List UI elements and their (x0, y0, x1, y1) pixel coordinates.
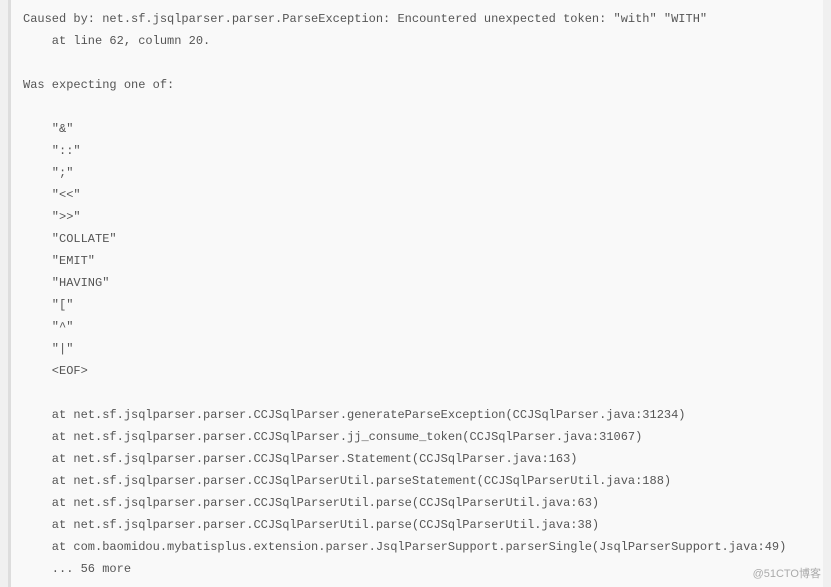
stacktrace-line (23, 52, 811, 74)
stacktrace-line: at net.sf.jsqlparser.parser.CCJSqlParser… (23, 448, 811, 470)
stacktrace-line: at net.sf.jsqlparser.parser.CCJSqlParser… (23, 426, 811, 448)
stacktrace-line: at line 62, column 20. (23, 30, 811, 52)
stacktrace-line: "<<" (23, 184, 811, 206)
watermark-label: @51CTO博客 (753, 565, 821, 581)
stacktrace-line: "EMIT" (23, 250, 811, 272)
stacktrace-line: at net.sf.jsqlparser.parser.CCJSqlParser… (23, 492, 811, 514)
stacktrace-line: "[" (23, 294, 811, 316)
stacktrace-line: "::" (23, 140, 811, 162)
stacktrace-line: "COLLATE" (23, 228, 811, 250)
stacktrace-line: ">>" (23, 206, 811, 228)
stacktrace-line: "HAVING" (23, 272, 811, 294)
stacktrace-line: Was expecting one of: (23, 74, 811, 96)
stacktrace-line: ";" (23, 162, 811, 184)
stacktrace-line (23, 96, 811, 118)
stacktrace-line: at net.sf.jsqlparser.parser.CCJSqlParser… (23, 404, 811, 426)
stacktrace-line: "|" (23, 338, 811, 360)
stacktrace-line: <EOF> (23, 360, 811, 382)
stacktrace-line: at net.sf.jsqlparser.parser.CCJSqlParser… (23, 470, 811, 492)
stacktrace-lines: Caused by: net.sf.jsqlparser.parser.Pars… (23, 8, 811, 580)
stacktrace-line: Caused by: net.sf.jsqlparser.parser.Pars… (23, 8, 811, 30)
stacktrace-line: "^" (23, 316, 811, 338)
stacktrace-line: ... 56 more (23, 558, 811, 580)
stacktrace-line: at com.baomidou.mybatisplus.extension.pa… (23, 536, 811, 558)
stacktrace-line (23, 382, 811, 404)
stacktrace-line: "&" (23, 118, 811, 140)
stacktrace-block: Caused by: net.sf.jsqlparser.parser.Pars… (8, 0, 823, 587)
stacktrace-line: at net.sf.jsqlparser.parser.CCJSqlParser… (23, 514, 811, 536)
